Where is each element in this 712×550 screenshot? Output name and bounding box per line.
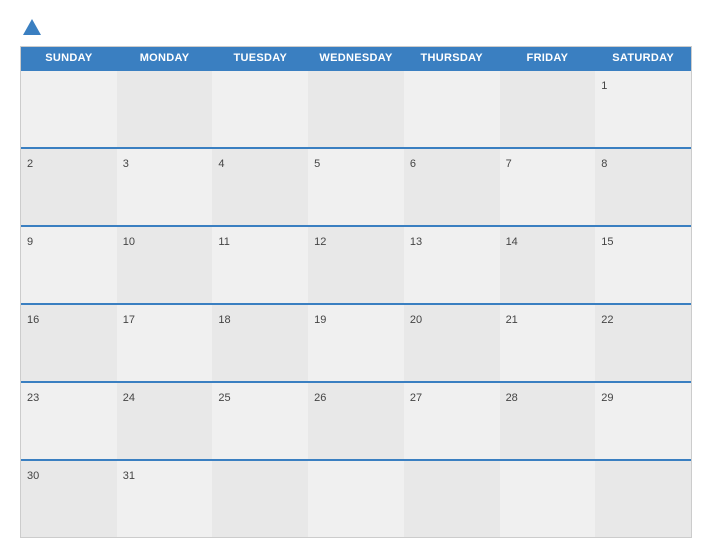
day-number: 30 (27, 470, 39, 482)
day-number: 26 (314, 392, 326, 404)
calendar-day-empty (404, 461, 500, 537)
day-number: 14 (506, 236, 518, 248)
calendar-header: SundayMondayTuesdayWednesdayThursdayFrid… (21, 47, 691, 69)
calendar-day-empty (595, 461, 691, 537)
calendar-week-4: 16 17 18 19 20 21 22 (21, 303, 691, 381)
calendar-day-30: 30 (21, 461, 117, 537)
calendar-body: 1234567891011121314151617181920212223242… (21, 69, 691, 537)
day-number: 23 (27, 392, 39, 404)
day-number: 31 (123, 470, 135, 482)
calendar-day-empty (212, 71, 308, 147)
day-number: 16 (27, 314, 39, 326)
calendar-day-empty (500, 461, 596, 537)
day-number: 17 (123, 314, 135, 326)
weekday-header-sunday: Sunday (21, 47, 117, 69)
day-number: 3 (123, 158, 129, 170)
calendar-day-20: 20 (404, 305, 500, 381)
logo (20, 18, 44, 36)
day-number: 6 (410, 158, 416, 170)
day-number: 9 (27, 236, 33, 248)
day-number: 4 (218, 158, 224, 170)
calendar-day-10: 10 (117, 227, 213, 303)
calendar-day-8: 8 (595, 149, 691, 225)
day-number: 18 (218, 314, 230, 326)
calendar-week-2: 2 3 4 5 6 7 8 (21, 147, 691, 225)
calendar-day-24: 24 (117, 383, 213, 459)
calendar-day-6: 6 (404, 149, 500, 225)
calendar-day-empty (404, 71, 500, 147)
logo-triangle-icon (22, 18, 42, 36)
day-number: 8 (601, 158, 607, 170)
calendar-week-6: 30 31 (21, 459, 691, 537)
weekday-header-thursday: Thursday (404, 47, 500, 69)
calendar-page: SundayMondayTuesdayWednesdayThursdayFrid… (0, 0, 712, 550)
calendar-day-19: 19 (308, 305, 404, 381)
day-number: 10 (123, 236, 135, 248)
calendar-day-empty (21, 71, 117, 147)
calendar-day-empty (500, 71, 596, 147)
page-header (20, 18, 692, 36)
calendar-day-9: 9 (21, 227, 117, 303)
calendar-week-1: 1 (21, 69, 691, 147)
day-number: 28 (506, 392, 518, 404)
calendar-day-empty (117, 71, 213, 147)
day-number: 24 (123, 392, 135, 404)
calendar-day-18: 18 (212, 305, 308, 381)
calendar-day-23: 23 (21, 383, 117, 459)
weekday-header-monday: Monday (117, 47, 213, 69)
calendar-day-31: 31 (117, 461, 213, 537)
day-number: 20 (410, 314, 422, 326)
weekday-header-tuesday: Tuesday (212, 47, 308, 69)
calendar-week-3: 9 10 11 12 13 14 15 (21, 225, 691, 303)
day-number: 29 (601, 392, 613, 404)
day-number: 27 (410, 392, 422, 404)
day-number: 13 (410, 236, 422, 248)
calendar-day-26: 26 (308, 383, 404, 459)
calendar-day-empty (308, 461, 404, 537)
day-number: 19 (314, 314, 326, 326)
calendar: SundayMondayTuesdayWednesdayThursdayFrid… (20, 46, 692, 538)
day-number: 21 (506, 314, 518, 326)
calendar-day-17: 17 (117, 305, 213, 381)
day-number: 25 (218, 392, 230, 404)
weekday-header-saturday: Saturday (595, 47, 691, 69)
day-number: 1 (601, 80, 607, 92)
day-number: 5 (314, 158, 320, 170)
calendar-day-5: 5 (308, 149, 404, 225)
calendar-day-28: 28 (500, 383, 596, 459)
calendar-day-14: 14 (500, 227, 596, 303)
calendar-day-11: 11 (212, 227, 308, 303)
calendar-day-empty (212, 461, 308, 537)
calendar-day-29: 29 (595, 383, 691, 459)
calendar-day-16: 16 (21, 305, 117, 381)
day-number: 7 (506, 158, 512, 170)
weekday-header-friday: Friday (500, 47, 596, 69)
day-number: 2 (27, 158, 33, 170)
calendar-day-2: 2 (21, 149, 117, 225)
calendar-day-3: 3 (117, 149, 213, 225)
calendar-week-5: 23 24 25 26 27 28 29 (21, 381, 691, 459)
calendar-day-27: 27 (404, 383, 500, 459)
calendar-day-7: 7 (500, 149, 596, 225)
calendar-day-12: 12 (308, 227, 404, 303)
calendar-day-1: 1 (595, 71, 691, 147)
calendar-day-21: 21 (500, 305, 596, 381)
day-number: 15 (601, 236, 613, 248)
calendar-day-4: 4 (212, 149, 308, 225)
weekday-header-wednesday: Wednesday (308, 47, 404, 69)
calendar-day-empty (308, 71, 404, 147)
calendar-day-15: 15 (595, 227, 691, 303)
day-number: 12 (314, 236, 326, 248)
calendar-day-22: 22 (595, 305, 691, 381)
calendar-day-25: 25 (212, 383, 308, 459)
day-number: 22 (601, 314, 613, 326)
day-number: 11 (218, 236, 229, 248)
calendar-day-13: 13 (404, 227, 500, 303)
